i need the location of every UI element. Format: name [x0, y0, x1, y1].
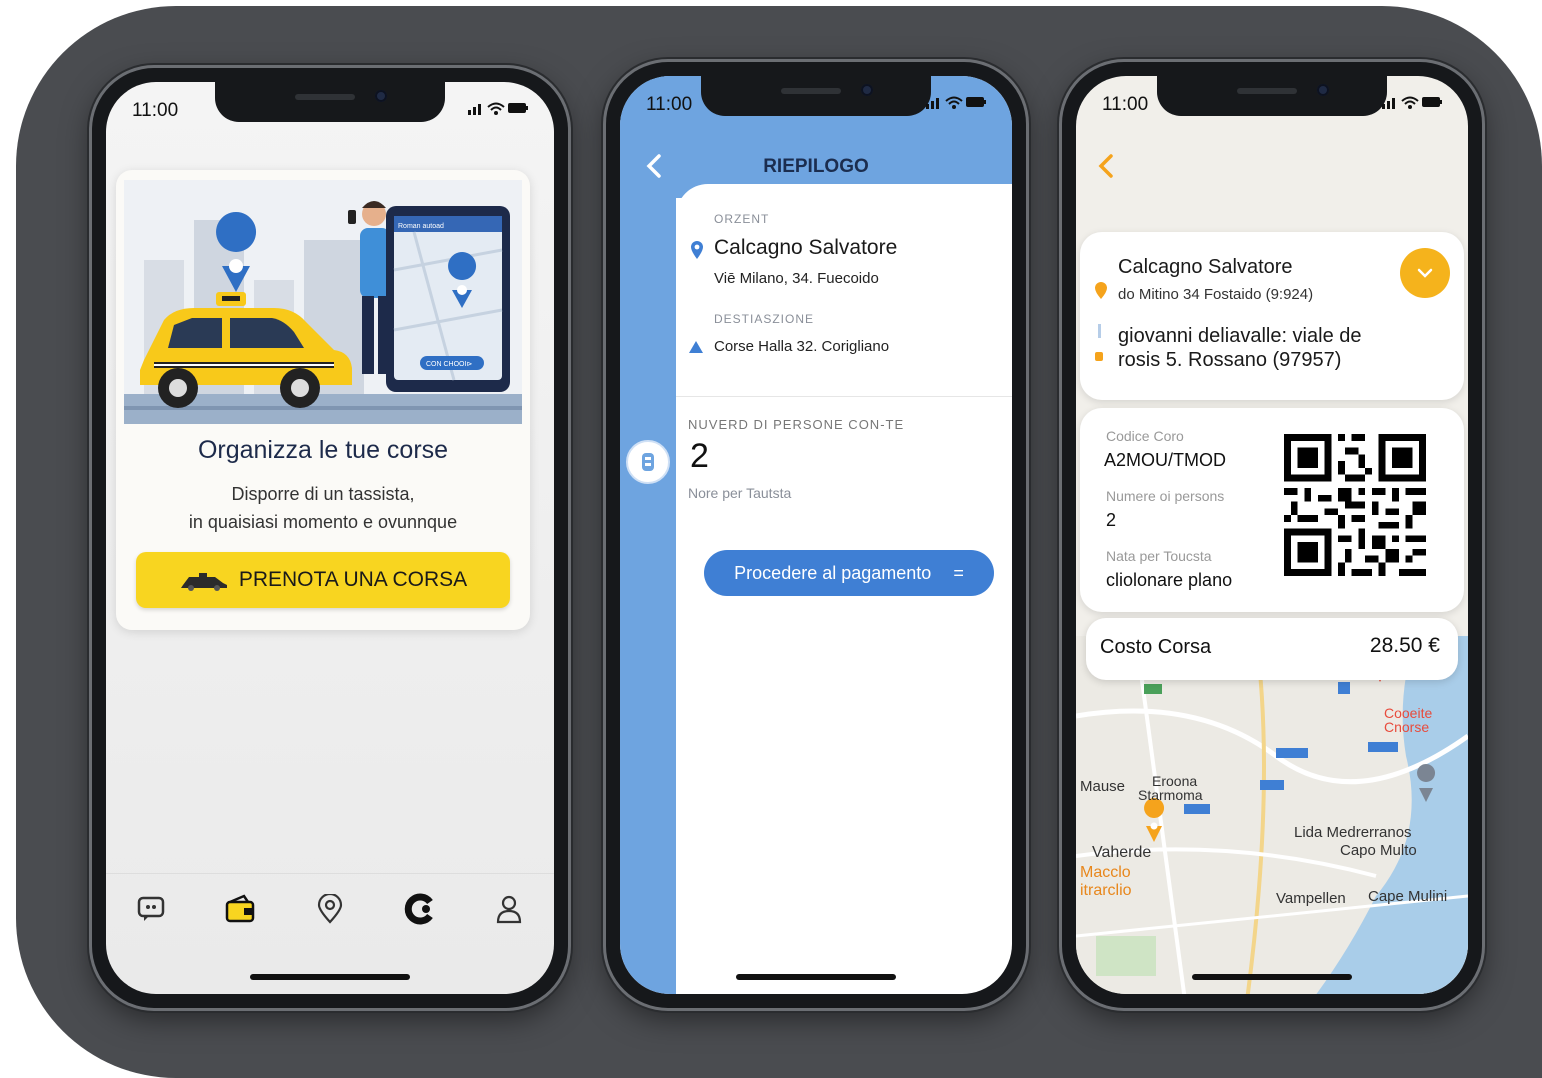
booking-code-card: Codice Coro A2MOU/TMOD Numere oi persons…: [1080, 408, 1464, 612]
destination-marker-icon: [1095, 352, 1103, 361]
pickup-pin-icon: [1095, 282, 1107, 299]
bottom-tab-bar: [106, 873, 554, 944]
persons-value: 2: [1106, 510, 1117, 530]
persons-label: NUVERD DI PERSONE CON-TE: [688, 417, 905, 432]
status-time: 11:00: [1102, 94, 1149, 115]
passenger-name: Calcagno Salvatore: [1118, 256, 1293, 278]
route-connector: [1098, 324, 1101, 338]
trip-card: Calcagno Salvatore do Mitino 34 Fostaido…: [1080, 232, 1464, 400]
book-ride-label: PRENOTA UNA CORSA: [238, 568, 468, 591]
welcome-card: Roman autoad CON CHOOI⊳ Organizza le tue…: [116, 170, 530, 630]
origin-pin-icon: [691, 241, 703, 259]
taxi-icon: [180, 573, 227, 591]
map-label-vampellen: Vampellen: [1276, 890, 1346, 907]
status-time: 11:00: [132, 100, 179, 121]
subtitle-line-1: Disporre di un tassista,: [231, 484, 415, 504]
map-label-cooeite: Cooeite Cnorse: [1384, 705, 1433, 735]
phone-summary: 11:00 RIEPILOGO ORZENT Calcagno Salvator…: [606, 62, 1026, 1008]
destination-address: Corse Halla 32. Corigliano: [714, 338, 890, 355]
signal-wifi-battery-icon: [468, 102, 528, 115]
code-label: Codice Coro: [1106, 428, 1184, 444]
summary-side-band: [620, 76, 676, 994]
map-label-vaherde: Vaherde: [1092, 844, 1152, 861]
home-indicator: [250, 974, 410, 980]
destination-label: DESTIASZIONE: [714, 312, 815, 326]
map-label-mause: Mause: [1080, 778, 1126, 795]
status-icons: [1380, 94, 1444, 114]
equals-icon: =: [953, 562, 964, 583]
origin-label: ORZENT: [714, 212, 770, 226]
qr-code: [1284, 434, 1426, 576]
tablet-illustration: Roman autoad CON CHOOI⊳: [386, 206, 510, 392]
notch: [1157, 76, 1387, 116]
back-chevron-icon[interactable]: [1096, 152, 1116, 180]
book-ride-button[interactable]: PRENOTA UNA CORSA: [136, 552, 510, 608]
location-pin-icon[interactable]: [312, 891, 348, 927]
note-value: cliolonare plano: [1106, 570, 1233, 590]
origin-name: Calcagno Salvatore: [714, 236, 898, 259]
notch: [701, 76, 931, 116]
cost-label: Costo Corsa: [1100, 636, 1212, 658]
welcome-subtitle: Disporre di un tassista, in quaisiasi mo…: [116, 480, 530, 536]
persons-label: Numere oi persons: [1106, 488, 1225, 504]
passenger-count-badge: [626, 440, 670, 484]
pickup-address: do Mitino 34 Fostaido (9:924): [1118, 286, 1314, 303]
proceed-payment-label: Procedere al pagamento: [734, 562, 932, 583]
home-screen: 11:00 Roman autoad CON CHOOI⊳ Organizza …: [106, 82, 554, 994]
welcome-title: Organizza le tue corse: [197, 436, 449, 464]
profile-icon[interactable]: [491, 891, 527, 927]
subtitle-line-2: in quaisiasi momento e ovunnque: [188, 512, 458, 532]
summary-screen: 11:00 RIEPILOGO ORZENT Calcagno Salvator…: [620, 76, 1012, 994]
map-view[interactable]: [1076, 636, 1468, 994]
tablet-header-text: Roman autoad: [398, 223, 444, 230]
brand-c-icon[interactable]: [402, 891, 438, 927]
persons-value[interactable]: 2: [690, 437, 709, 476]
signal-wifi-battery-icon: [926, 96, 986, 109]
destination-address: giovanni deliavalle: viale de rosis 5. R…: [1118, 325, 1362, 371]
chevron-down-icon: [1417, 268, 1433, 278]
map-label-capo-multo: Capo Multo: [1340, 842, 1417, 859]
map-label-cape-mulini: Cape Mulini: [1368, 888, 1448, 905]
wallet-icon[interactable]: [222, 891, 258, 927]
home-indicator: [736, 974, 896, 980]
route-card: ORZENT Calcagno Salvatore Viē Milano, 34…: [676, 184, 1012, 394]
seat-icon: [642, 453, 654, 471]
signal-wifi-battery-icon: [1382, 96, 1442, 109]
map-label-eroona: Eroona Starmoma: [1138, 773, 1203, 803]
taxi-illustration: Roman autoad CON CHOOI⊳: [124, 180, 522, 424]
phone-ride-ticket: 11:00 Cooeite Cnorse Mause Eroona Starmo…: [1062, 62, 1482, 1008]
notch: [215, 82, 445, 122]
status-icons: [924, 94, 988, 114]
origin-address: Viē Milano, 34. Fuecoido: [714, 270, 879, 287]
summary-title: RIEPILOGO: [763, 156, 869, 177]
proceed-payment-button[interactable]: Procedere al pagamento =: [704, 550, 994, 596]
code-value: A2MOU/TMOD: [1104, 450, 1227, 470]
map-label-lida: Lida Medrerranos: [1294, 824, 1412, 841]
status-icons: [466, 100, 530, 120]
tablet-button-text: CON CHOOI⊳: [426, 361, 472, 368]
expand-button[interactable]: [1400, 248, 1450, 298]
persons-section: NUVERD DI PERSONE CON-TE 2 Nore per Taut…: [676, 396, 1012, 521]
ride-cost-card: Costo Corsa 28.50 €: [1086, 618, 1458, 680]
phone-home: 11:00 Roman autoad CON CHOOI⊳ Organizza …: [92, 68, 568, 1008]
note-label: Nata per Toucsta: [1106, 548, 1212, 564]
status-time: 11:00: [646, 94, 693, 115]
chat-icon[interactable]: [133, 891, 169, 927]
destination-triangle-icon: [689, 341, 703, 353]
notes-placeholder[interactable]: Nore per Tautsta: [688, 485, 791, 501]
map-label-macclo: Macclo itrarclio: [1080, 864, 1132, 899]
cost-value: 28.50 €: [1369, 634, 1440, 657]
ticket-screen: 11:00 Cooeite Cnorse Mause Eroona Starmo…: [1076, 76, 1468, 994]
home-indicator: [1192, 974, 1352, 980]
